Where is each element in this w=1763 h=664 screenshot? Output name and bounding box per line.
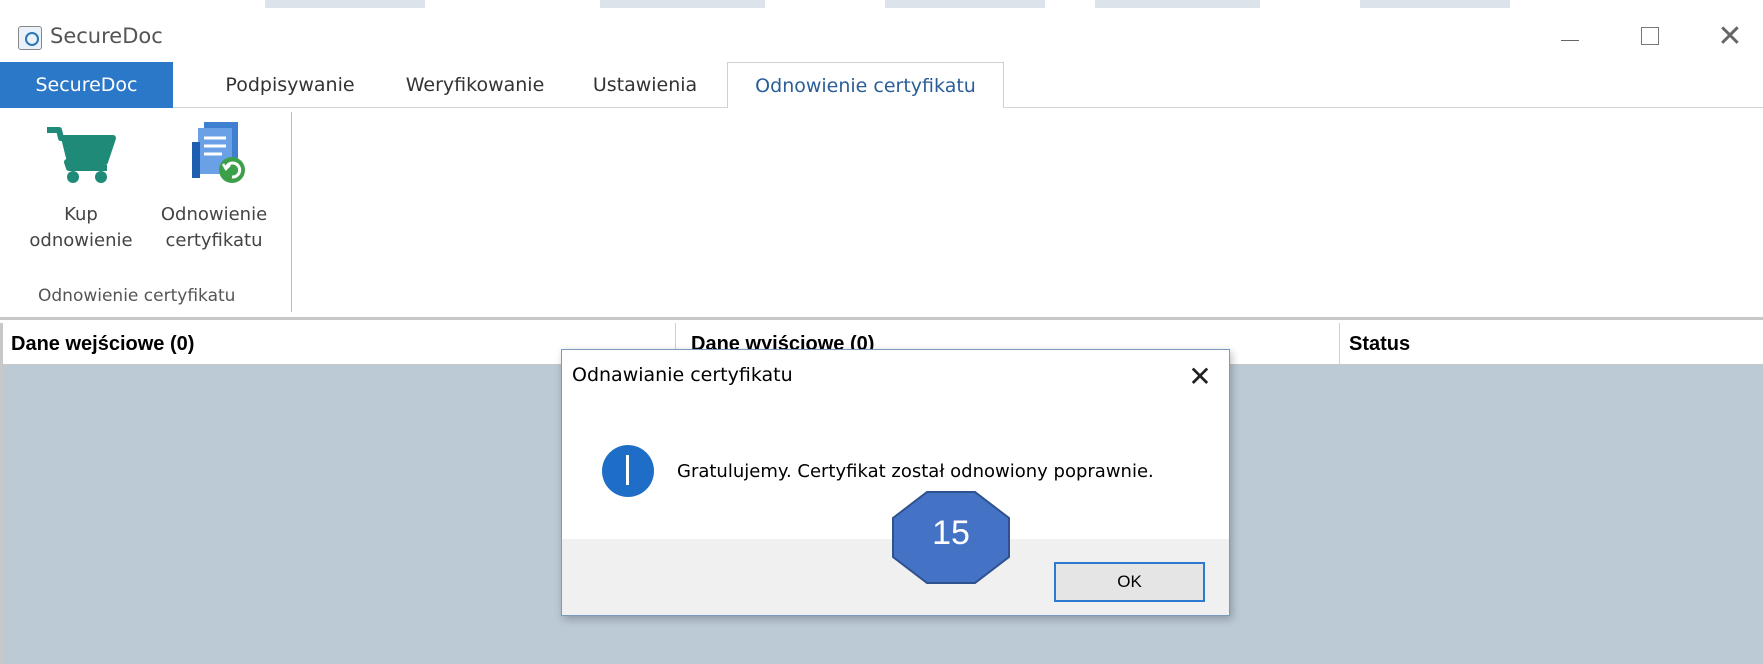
ribbon-group-label: Odnowienie certyfikatu <box>38 286 236 306</box>
tab-securedoc[interactable]: SecureDoc <box>0 62 173 108</box>
step-badge-number: 15 <box>932 514 970 552</box>
dialog-title: Odnawianie certyfikatu <box>572 364 793 386</box>
watermark-band <box>265 0 425 8</box>
dialog-message: Gratulujemy. Certyfikat został odnowiony… <box>677 461 1154 482</box>
ok-button[interactable]: OK <box>1054 562 1205 602</box>
watermark-band <box>885 0 1045 8</box>
tab-odnowienie-certyfikatu[interactable]: Odnowienie certyfikatu <box>727 62 1004 109</box>
watermark-band <box>1095 0 1260 8</box>
renew-certificate-label: Odnowienie certyfikatu <box>160 204 268 251</box>
maximize-icon <box>1641 27 1659 45</box>
tab-ustawienia[interactable]: Ustawienia <box>580 62 710 108</box>
close-icon: ✕ <box>1717 18 1743 54</box>
minimize-icon <box>1561 39 1579 41</box>
column-separator[interactable] <box>1339 323 1340 365</box>
minimize-button[interactable] <box>1540 16 1600 56</box>
title-bar: SecureDoc ✕ <box>0 0 1763 62</box>
ribbon-panel: Kup odnowienie Odnowienie certyfikatu Od… <box>0 108 1763 320</box>
buy-renewal-label: Kup odnowienie <box>29 204 133 251</box>
watermark-band <box>1360 0 1510 8</box>
ribbon-group-separator <box>291 112 292 312</box>
certificate-renew-icon <box>192 122 245 183</box>
tab-podpisywanie[interactable]: Podpisywanie <box>200 62 380 108</box>
info-icon <box>602 445 654 497</box>
buy-renewal-button[interactable]: Kup odnowienie <box>20 118 142 254</box>
dialog-close-button[interactable]: ✕ <box>1178 356 1222 396</box>
renew-certificate-button[interactable]: Odnowienie certyfikatu <box>150 118 278 254</box>
column-header-status[interactable]: Status <box>1341 323 1761 365</box>
maximize-button[interactable] <box>1620 16 1680 56</box>
close-icon: ✕ <box>1188 359 1212 393</box>
cart-icon <box>47 127 116 183</box>
watermark-band <box>600 0 765 8</box>
close-button[interactable]: ✕ <box>1700 16 1760 56</box>
tab-weryfikowanie[interactable]: Weryfikowanie <box>385 62 565 108</box>
window-title: SecureDoc <box>50 24 163 48</box>
app-logo-icon <box>18 26 42 50</box>
ribbon-tabs: SecureDoc Podpisywanie Weryfikowanie Ust… <box>0 62 1763 109</box>
